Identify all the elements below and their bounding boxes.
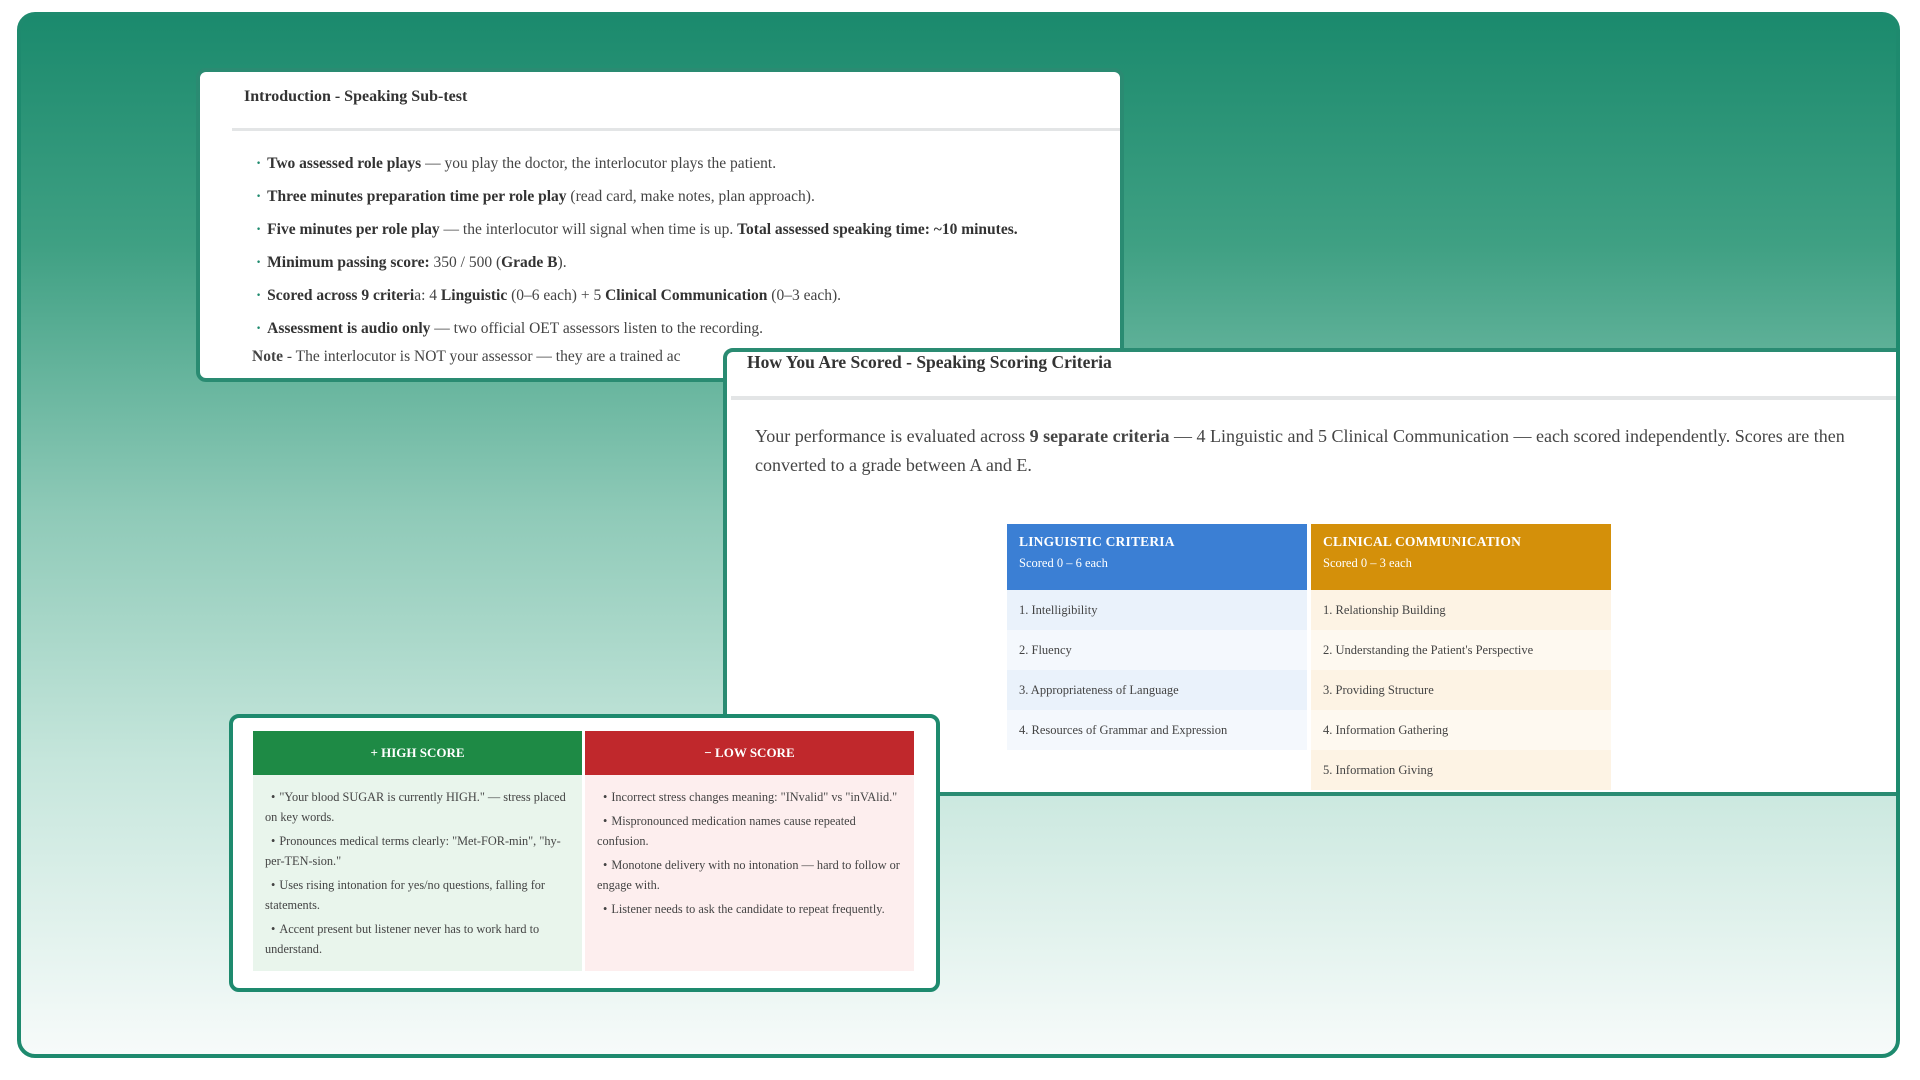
table-row: 3. Appropriateness of Language	[1007, 670, 1307, 710]
table-row: 2. Fluency	[1007, 630, 1307, 670]
item-text: "Your blood SUGAR is currently HIGH." — …	[265, 790, 566, 824]
note-label: Note	[252, 348, 283, 365]
bullet-text: — the interlocutor will signal when time…	[439, 221, 738, 238]
list-item: • Listener needs to ask the candidate to …	[597, 899, 904, 919]
intro-bold-text: 9 separate criteria	[1029, 426, 1170, 446]
high-score-heading: + HIGH SCORE	[253, 731, 582, 775]
bullet-icon: •	[603, 858, 608, 872]
bullet-icon: •	[603, 814, 608, 828]
item-text: Uses rising intonation for yes/no questi…	[265, 878, 546, 912]
table-row: 3. Providing Structure	[1311, 670, 1611, 710]
low-score-panel: − LOW SCORE • Incorrect stress changes me…	[585, 731, 914, 971]
low-score-heading: − LOW SCORE	[585, 731, 914, 775]
bullet-text: (0–6 each) + 5	[507, 287, 606, 304]
clinical-heading: CLINICAL COMMUNICATION	[1323, 534, 1522, 549]
bullet-icon: ·	[256, 287, 262, 304]
table-row: 1. Relationship Building	[1311, 590, 1611, 630]
item-text: Incorrect stress changes meaning: "INval…	[611, 790, 898, 804]
scoring-intro-text: Your performance is evaluated across 9 s…	[755, 422, 1875, 480]
bullet-text: — you play the doctor, the interlocutor …	[421, 155, 777, 172]
intro-card: Introduction - Speaking Sub-test · Two as…	[196, 68, 1124, 382]
bullet-bold-text: Total assessed speaking time: ~10 minute…	[737, 221, 1018, 238]
bullet-icon: •	[271, 878, 276, 892]
item-text: Monotone delivery with no intonation — h…	[597, 858, 900, 892]
bullet-icon: ·	[256, 188, 262, 205]
bullet-icon: •	[271, 922, 276, 936]
list-item: • Mispronounced medication names cause re…	[597, 811, 904, 851]
table-row: 2. Understanding the Patient's Perspecti…	[1311, 630, 1611, 670]
list-item: · Five minutes per role play — the interl…	[256, 220, 1116, 240]
linguistic-rows: 1. Intelligibility 2. Fluency 3. Appropr…	[1007, 590, 1307, 750]
clinical-column: CLINICAL COMMUNICATION Scored 0 – 3 each…	[1311, 524, 1611, 790]
bullet-text: — two official OET assessors listen to t…	[430, 320, 764, 337]
title-divider	[731, 396, 1896, 400]
clinical-rows: 1. Relationship Building 2. Understandin…	[1311, 590, 1611, 790]
intro-card-title: Introduction - Speaking Sub-test	[244, 88, 468, 105]
bullet-bold-text: Linguistic	[440, 287, 508, 304]
title-divider	[232, 128, 1120, 131]
bullet-bold-text: Minimum passing score:	[267, 254, 430, 271]
item-text: Listener needs to ask the candidate to r…	[611, 902, 885, 916]
bullet-bold-text: Clinical Communication	[605, 287, 768, 304]
linguistic-header: LINGUISTIC CRITERIA Scored 0 – 6 each	[1007, 524, 1307, 590]
bullet-text: (0–3 each).	[767, 287, 842, 304]
bullet-text: a: 4	[414, 287, 441, 304]
note-text: - The interlocutor is NOT your assessor …	[283, 348, 681, 365]
bullet-icon: •	[271, 834, 276, 848]
bullet-icon: ·	[256, 254, 262, 271]
list-item: • Pronounces medical terms clearly: "Met-…	[265, 831, 572, 871]
list-item: • Uses rising intonation for yes/no quest…	[265, 875, 572, 915]
bullet-bold-text: Scored across 9 criteri	[267, 287, 415, 304]
table-row: 1. Intelligibility	[1007, 590, 1307, 630]
intro-bullet-list: · Two assessed role plays — you play the …	[256, 154, 1116, 352]
bullet-icon: ·	[256, 221, 262, 238]
list-item: · Scored across 9 criteria: 4 Linguistic …	[256, 286, 1116, 306]
intro-note: Note - The interlocutor is NOT your asse…	[252, 348, 681, 366]
list-item: · Minimum passing score: 350 / 500 (Grade…	[256, 253, 1116, 273]
bullet-icon: •	[603, 790, 608, 804]
clinical-header: CLINICAL COMMUNICATION Scored 0 – 3 each	[1311, 524, 1611, 590]
slide-frame: Introduction - Speaking Sub-test · Two as…	[17, 12, 1900, 1058]
linguistic-subheading: Scored 0 – 6 each	[1019, 556, 1108, 570]
intro-text: Your performance is evaluated across	[755, 426, 1030, 446]
list-item: • Accent present but listener never has t…	[265, 919, 572, 959]
bullet-bold-text: Five minutes per role play	[267, 221, 440, 238]
item-text: Pronounces medical terms clearly: "Met-F…	[265, 834, 561, 868]
high-score-panel: + HIGH SCORE • "Your blood SUGAR is curre…	[253, 731, 582, 971]
list-item: · Three minutes preparation time per role…	[256, 187, 1116, 207]
list-item: · Assessment is audio only — two official…	[256, 319, 1116, 339]
bullet-text: (read card, make notes, plan approach).	[566, 188, 815, 205]
bullet-icon: ·	[256, 320, 262, 337]
bullet-bold-text: Grade B	[501, 254, 558, 271]
item-text: Accent present but listener never has to…	[265, 922, 540, 956]
scoring-card-title: How You Are Scored - Speaking Scoring Cr…	[747, 352, 1112, 372]
bullet-icon: ·	[256, 155, 262, 172]
high-score-list: • "Your blood SUGAR is currently HIGH." —…	[253, 775, 582, 959]
list-item: · Two assessed role plays — you play the …	[256, 154, 1116, 174]
item-text: Mispronounced medication names cause rep…	[597, 814, 856, 848]
linguistic-heading: LINGUISTIC CRITERIA	[1019, 534, 1175, 549]
low-score-list: • Incorrect stress changes meaning: "INva…	[585, 775, 914, 919]
bullet-bold-text: Three minutes preparation time per role …	[267, 188, 567, 205]
linguistic-column: LINGUISTIC CRITERIA Scored 0 – 6 each 1.…	[1007, 524, 1307, 750]
list-item: • Monotone delivery with no intonation — …	[597, 855, 904, 895]
table-row: 4. Resources of Grammar and Expression	[1007, 710, 1307, 750]
table-row: 4. Information Gathering	[1311, 710, 1611, 750]
clinical-subheading: Scored 0 – 3 each	[1323, 556, 1412, 570]
list-item: • "Your blood SUGAR is currently HIGH." —…	[265, 787, 572, 827]
bullet-icon: •	[271, 790, 276, 804]
bullet-bold-text: Two assessed role plays	[267, 155, 422, 172]
bullet-icon: •	[603, 902, 608, 916]
list-item: • Incorrect stress changes meaning: "INva…	[597, 787, 904, 807]
score-comparison-card: + HIGH SCORE • "Your blood SUGAR is curre…	[229, 714, 940, 992]
bullet-text: ).	[557, 254, 567, 271]
table-row: 5. Information Giving	[1311, 750, 1611, 790]
bullet-text: 350 / 500 (	[429, 254, 502, 271]
bullet-bold-text: Assessment is audio only	[267, 320, 431, 337]
